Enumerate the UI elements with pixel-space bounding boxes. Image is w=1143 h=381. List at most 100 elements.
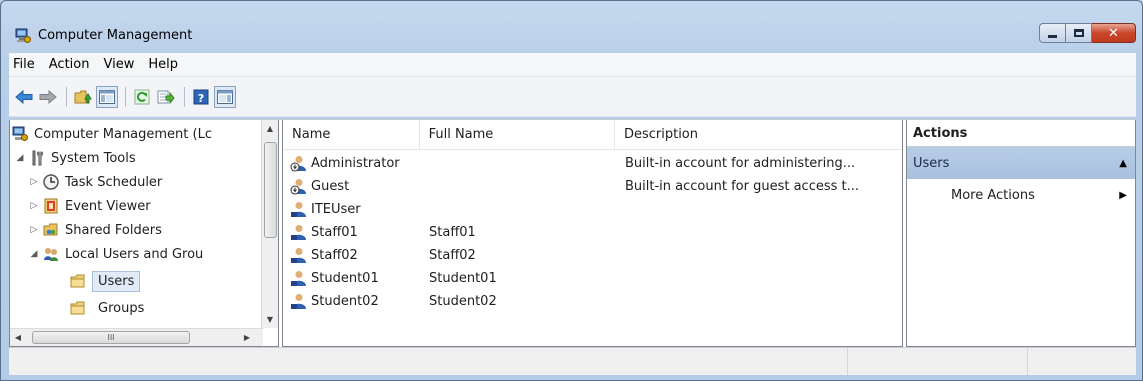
forward-button[interactable] <box>37 86 59 108</box>
full-name-cell: Student01 <box>429 271 497 286</box>
actions-section-users[interactable]: Users ▲ <box>907 147 1135 179</box>
scroll-thumb[interactable]: III <box>32 331 190 344</box>
tree-item-event-viewer[interactable]: ▷ Event Viewer <box>29 194 151 218</box>
event-viewer-icon <box>44 198 58 214</box>
full-name-cell: Staff01 <box>429 225 476 240</box>
svg-text:?: ? <box>198 92 204 105</box>
shared-folder-icon <box>43 223 58 236</box>
tree-item-computer-management[interactable]: Computer Management (Lc <box>12 122 212 146</box>
tree-item-system-tools[interactable]: ◢ System Tools <box>15 146 136 170</box>
full-name-cell: Staff02 <box>429 248 476 263</box>
status-bar-section <box>847 348 1027 375</box>
close-button[interactable]: ✕ <box>1092 23 1136 43</box>
toolbar: ? <box>9 77 1136 117</box>
computer-management-icon <box>12 126 28 141</box>
user-name: Staff02 <box>311 248 358 263</box>
disabled-user-icon <box>290 179 306 195</box>
expand-icon[interactable]: ▷ <box>29 201 39 211</box>
close-icon: ✕ <box>1108 25 1119 41</box>
tree-item-label: Task Scheduler <box>65 174 163 190</box>
window-title: Computer Management <box>38 28 193 43</box>
tree-item-label: Groups <box>98 300 145 316</box>
menu-action[interactable]: Action <box>42 57 97 72</box>
expand-icon[interactable]: ▷ <box>29 177 39 187</box>
back-arrow-icon <box>15 89 33 104</box>
maximize-button[interactable] <box>1066 23 1092 43</box>
user-name: Administrator <box>311 156 400 171</box>
collapse-icon[interactable]: ◢ <box>15 153 25 163</box>
user-icon <box>291 248 306 263</box>
back-button[interactable] <box>13 86 35 108</box>
status-bar-section <box>1027 348 1136 375</box>
console-tree: Computer Management (Lc ◢ System Tools ▷… <box>9 120 279 347</box>
table-row[interactable]: Student02 Student02 <box>283 290 902 313</box>
show-hide-action-pane-icon <box>217 89 233 104</box>
description-cell: Built-in account for guest access t... <box>625 179 860 194</box>
menu-file[interactable]: File <box>9 57 42 72</box>
scroll-thumb[interactable] <box>264 142 277 238</box>
tree-item-groups[interactable]: Groups <box>70 296 144 320</box>
toolbar-separator <box>125 86 126 107</box>
tree-item-task-scheduler[interactable]: ▷ Task Scheduler <box>29 170 162 194</box>
user-icon <box>291 294 306 309</box>
forward-arrow-icon <box>39 89 57 104</box>
show-hide-action-pane-button[interactable] <box>214 85 236 108</box>
user-name: Student02 <box>311 294 379 309</box>
table-row[interactable]: Administrator Built-in account for admin… <box>283 152 902 175</box>
description-cell: Built-in account for administering... <box>625 156 856 171</box>
tree-item-users[interactable]: Users <box>70 269 141 293</box>
menu-view[interactable]: View <box>96 57 141 72</box>
scroll-left-icon[interactable]: ◀ <box>10 329 26 346</box>
user-icon <box>291 202 306 217</box>
show-hide-tree-icon <box>99 89 115 104</box>
user-name: Student01 <box>311 271 379 286</box>
refresh-button[interactable] <box>131 86 153 108</box>
column-header-description[interactable]: Description <box>615 120 902 150</box>
tree-horizontal-scrollbar[interactable]: ◀ III ▶ <box>10 328 263 346</box>
actions-title: Actions <box>907 120 1135 147</box>
help-icon: ? <box>193 89 209 105</box>
user-name: Guest <box>311 179 350 194</box>
more-actions-item[interactable]: More Actions ▶ <box>907 179 1135 211</box>
maximize-icon <box>1073 29 1084 37</box>
table-row[interactable]: Staff02 Staff02 <box>283 244 902 267</box>
tree-vertical-scrollbar[interactable]: ▲ ▼ <box>261 120 278 328</box>
users-groups-icon <box>44 248 58 261</box>
full-name-cell: Student02 <box>429 294 497 309</box>
scroll-down-icon[interactable]: ▼ <box>262 311 278 328</box>
collapse-icon[interactable]: ▲ <box>1119 158 1127 169</box>
tree-item-label: Event Viewer <box>65 198 151 214</box>
folder-icon <box>70 274 85 288</box>
menu-help[interactable]: Help <box>141 57 185 72</box>
clock-icon <box>43 174 59 190</box>
computer-management-icon <box>15 28 31 43</box>
expand-icon[interactable]: ▷ <box>29 225 39 235</box>
tree-item-label: Users <box>92 270 141 292</box>
show-hide-tree-button[interactable] <box>96 85 118 108</box>
tree-item-label: Local Users and Grou <box>65 246 204 262</box>
actions-section-label: Users <box>913 155 950 171</box>
minimize-button[interactable] <box>1039 23 1066 43</box>
scroll-up-icon[interactable]: ▲ <box>262 120 278 137</box>
tree-item-shared-folders[interactable]: ▷ Shared Folders <box>29 218 162 242</box>
tree-item-label: Shared Folders <box>65 222 162 238</box>
scroll-right-icon[interactable]: ▶ <box>239 329 255 346</box>
title-bar[interactable]: Computer Management ✕ <box>1 1 1142 51</box>
name-cell: Guest <box>283 178 420 195</box>
name-cell: Staff01 <box>283 224 420 241</box>
table-row[interactable]: ITEUser <box>283 198 902 221</box>
computer-management-window: Computer Management ✕ File Action View H… <box>0 0 1143 381</box>
toolbar-separator <box>66 86 67 107</box>
table-row[interactable]: Staff01 Staff01 <box>283 221 902 244</box>
help-button[interactable]: ? <box>190 86 212 108</box>
export-list-button[interactable] <box>155 86 177 108</box>
column-header-full-name[interactable]: Full Name <box>420 120 615 150</box>
up-one-level-button[interactable] <box>72 86 94 108</box>
users-list-view: Name Full Name Description Administrator… <box>282 120 903 347</box>
table-row[interactable]: Student01 Student01 <box>283 267 902 290</box>
table-row[interactable]: Guest Built-in account for guest access … <box>283 175 902 198</box>
column-header-name[interactable]: Name <box>283 120 420 150</box>
tree-item-local-users-and-groups[interactable]: ◢ Local Users and Grou <box>29 242 204 266</box>
tree-item-label: System Tools <box>51 150 136 166</box>
collapse-icon[interactable]: ◢ <box>29 249 39 259</box>
